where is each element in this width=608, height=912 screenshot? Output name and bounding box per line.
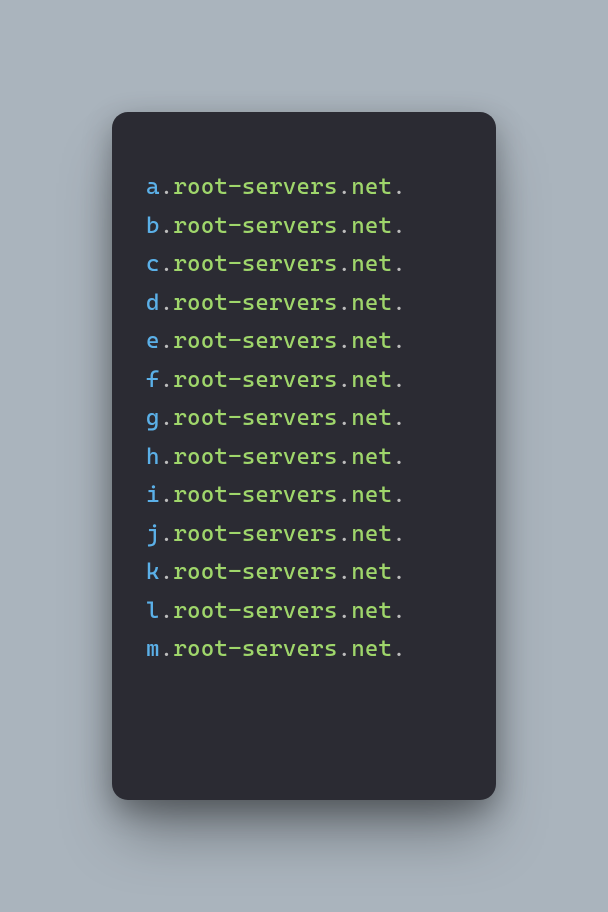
dot: . [160,251,174,277]
dot: . [160,290,174,316]
dot: . [392,598,406,624]
server-line: e.root-servers.net. [146,322,464,361]
server-tld: net [351,636,392,662]
dot: . [338,598,352,624]
server-prefix: f [146,367,160,393]
dot: . [338,174,352,200]
dot: . [338,636,352,662]
dot: . [160,213,174,239]
server-line: c.root-servers.net. [146,245,464,284]
server-line: l.root-servers.net. [146,592,464,631]
server-line: a.root-servers.net. [146,168,464,207]
server-domain: root-servers [173,559,337,585]
server-prefix: h [146,444,160,470]
dot: . [392,636,406,662]
server-line: h.root-servers.net. [146,438,464,477]
dot: . [392,213,406,239]
server-line: d.root-servers.net. [146,284,464,323]
dot: . [160,636,174,662]
dot: . [338,328,352,354]
server-domain: root-servers [173,444,337,470]
server-domain: root-servers [173,213,337,239]
server-domain: root-servers [173,174,337,200]
server-line: j.root-servers.net. [146,515,464,554]
server-prefix: a [146,174,160,200]
dot: . [392,290,406,316]
dot: . [160,559,174,585]
server-tld: net [351,213,392,239]
server-tld: net [351,598,392,624]
dot: . [338,444,352,470]
server-tld: net [351,328,392,354]
server-line: k.root-servers.net. [146,553,464,592]
server-prefix: e [146,328,160,354]
dot: . [160,482,174,508]
dot: . [160,598,174,624]
dot: . [160,521,174,547]
server-tld: net [351,174,392,200]
dot: . [160,174,174,200]
dot: . [392,521,406,547]
dot: . [338,251,352,277]
server-prefix: b [146,213,160,239]
dot: . [338,521,352,547]
dot: . [392,559,406,585]
server-line: i.root-servers.net. [146,476,464,515]
dot: . [392,367,406,393]
dot: . [160,405,174,431]
server-line: g.root-servers.net. [146,399,464,438]
server-tld: net [351,521,392,547]
server-domain: root-servers [173,482,337,508]
server-prefix: m [146,636,160,662]
server-domain: root-servers [173,598,337,624]
dot: . [338,482,352,508]
server-prefix: k [146,559,160,585]
server-domain: root-servers [173,251,337,277]
server-tld: net [351,482,392,508]
dot: . [160,444,174,470]
server-tld: net [351,444,392,470]
server-line: f.root-servers.net. [146,361,464,400]
server-line: m.root-servers.net. [146,630,464,669]
dot: . [338,559,352,585]
server-prefix: g [146,405,160,431]
dot: . [338,405,352,431]
server-prefix: c [146,251,160,277]
server-tld: net [351,559,392,585]
server-domain: root-servers [173,636,337,662]
dot: . [392,174,406,200]
server-prefix: l [146,598,160,624]
server-tld: net [351,251,392,277]
dot: . [392,444,406,470]
server-domain: root-servers [173,367,337,393]
server-tld: net [351,290,392,316]
server-line: b.root-servers.net. [146,207,464,246]
server-tld: net [351,405,392,431]
server-domain: root-servers [173,405,337,431]
dot: . [338,367,352,393]
server-prefix: j [146,521,160,547]
dot: . [392,328,406,354]
server-prefix: d [146,290,160,316]
dot: . [392,251,406,277]
dot: . [160,328,174,354]
server-domain: root-servers [173,290,337,316]
dot: . [338,213,352,239]
server-tld: net [351,367,392,393]
dot: . [338,290,352,316]
code-panel: a.root-servers.net. b.root-servers.net. … [112,112,496,800]
dot: . [392,405,406,431]
dot: . [160,367,174,393]
server-domain: root-servers [173,328,337,354]
server-domain: root-servers [173,521,337,547]
server-prefix: i [146,482,160,508]
dot: . [392,482,406,508]
